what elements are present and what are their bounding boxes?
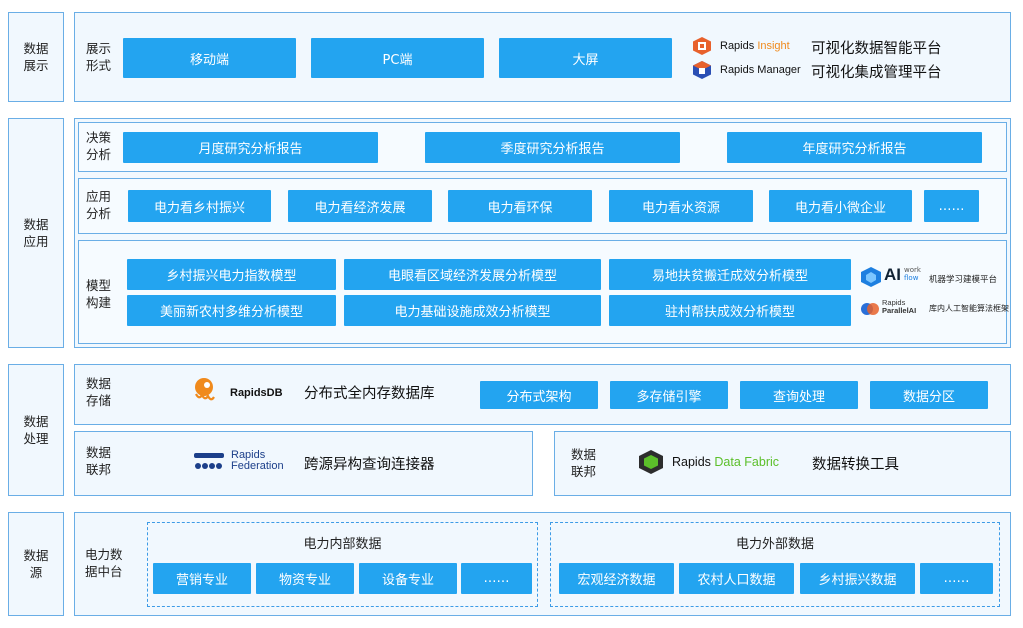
aiflow-work: work xyxy=(904,266,921,274)
layer-application: 数据 应用 xyxy=(8,118,64,348)
aiflow-logo-text: AI xyxy=(884,265,901,285)
external-rural-button[interactable]: 乡村振兴数据 xyxy=(800,563,915,594)
layer-application-label: 数据 应用 xyxy=(23,217,49,249)
model-new-village-button[interactable]: 美丽新农村多维分析模型 xyxy=(127,295,336,326)
storage-partition-button[interactable]: 数据分区 xyxy=(870,381,988,409)
internal-materials-button[interactable]: 物资专业 xyxy=(256,563,354,594)
analysis-more-button[interactable]: …… xyxy=(924,190,979,222)
rapids-manager-name: 可视化集成管理平台 xyxy=(811,65,942,81)
federation-logo-icon xyxy=(193,451,225,473)
analysis-row-label: 应用 分析 xyxy=(86,189,112,221)
mobile-button[interactable]: 移动端 xyxy=(123,38,296,78)
model-row-label: 模型 构建 xyxy=(86,278,112,310)
analysis-environment-button[interactable]: 电力看环保 xyxy=(448,190,592,222)
data-fabric-accent: Data Fabric xyxy=(714,455,780,469)
layer-source: 数据 源 xyxy=(8,512,64,616)
fabric-row-label: 数据 联邦 xyxy=(571,447,597,479)
model-region-economy-button[interactable]: 电眼看区域经济发展分析模型 xyxy=(344,259,601,290)
parallelai-caption: 库内人工智能算法框架 xyxy=(929,304,1009,313)
rapidsdb-name: 分布式全内存数据库 xyxy=(304,386,435,402)
storage-distributed-button[interactable]: 分布式架构 xyxy=(480,381,598,409)
monthly-report-button[interactable]: 月度研究分析报告 xyxy=(123,132,378,163)
model-row xyxy=(78,240,1007,344)
rapids-insight-logo-text: Rapids Insight xyxy=(720,40,790,52)
model-infrastructure-button[interactable]: 电力基础设施成效分析模型 xyxy=(344,295,601,326)
parallelai-line2: ParallelAI xyxy=(882,306,917,315)
layer-processing-label: 数据 处理 xyxy=(23,414,49,446)
storage-row-label: 数据 存储 xyxy=(86,376,112,408)
pc-button[interactable]: PC端 xyxy=(311,38,484,78)
analysis-water-button[interactable]: 电力看水资源 xyxy=(609,190,753,222)
data-fabric-logo-icon xyxy=(638,449,664,475)
storage-query-button[interactable]: 查询处理 xyxy=(740,381,858,409)
internal-equipment-button[interactable]: 设备专业 xyxy=(359,563,457,594)
layer-display-label: 数据 展示 xyxy=(23,41,49,73)
federation-name: 跨源异构查询连接器 xyxy=(304,457,435,473)
bigscreen-button[interactable]: 大屏 xyxy=(499,38,672,78)
source-row-label: 电力数 据中台 xyxy=(85,547,123,579)
analysis-smallbiz-button[interactable]: 电力看小微企业 xyxy=(769,190,912,222)
rapids-insight-logo-icon xyxy=(692,36,712,56)
rapidsdb-logo-text: RapidsDB xyxy=(230,387,283,399)
external-data-title: 电力外部数据 xyxy=(735,537,814,552)
rapids-insight-accent: Insight xyxy=(757,40,790,52)
aiflow-logo-icon xyxy=(860,266,882,288)
analysis-economy-button[interactable]: 电力看经济发展 xyxy=(288,190,432,222)
rapids-insight-name: 可视化数据智能平台 xyxy=(811,41,942,57)
data-fabric-prefix: Rapids xyxy=(672,455,711,469)
layer-processing: 数据 处理 xyxy=(8,364,64,496)
annual-report-button[interactable]: 年度研究分析报告 xyxy=(727,132,982,163)
display-row-label: 展示 形式 xyxy=(86,41,112,73)
quarterly-report-button[interactable]: 季度研究分析报告 xyxy=(425,132,680,163)
data-fabric-name: 数据转换工具 xyxy=(812,457,899,473)
model-rural-index-button[interactable]: 乡村振兴电力指数模型 xyxy=(127,259,336,290)
federation-logo-line2: Federation xyxy=(231,460,284,472)
layer-display: 数据 展示 xyxy=(8,12,64,102)
data-fabric-logo-text: Rapids Data Fabric xyxy=(672,455,779,469)
rapids-manager-logo-text: Rapids Manager xyxy=(720,64,801,76)
aiflow-logo-ai: AI xyxy=(884,265,901,284)
layer-source-label: 数据 源 xyxy=(23,548,49,580)
fabric-row xyxy=(554,431,1011,496)
internal-data-title: 电力内部数据 xyxy=(303,537,382,552)
aiflow-flow: flow xyxy=(904,274,919,282)
storage-multi-engine-button[interactable]: 多存储引擎 xyxy=(610,381,728,409)
parallelai-logo-icon xyxy=(860,299,880,319)
federation-logo-text: Rapids Federation xyxy=(231,450,284,472)
model-village-aid-button[interactable]: 驻村帮扶成效分析模型 xyxy=(609,295,851,326)
model-relocation-button[interactable]: 易地扶贫搬迁成效分析模型 xyxy=(609,259,851,290)
external-more-button[interactable]: …… xyxy=(920,563,993,594)
internal-more-button[interactable]: …… xyxy=(461,563,532,594)
analysis-rural-button[interactable]: 电力看乡村振兴 xyxy=(128,190,271,222)
internal-marketing-button[interactable]: 营销专业 xyxy=(153,563,251,594)
decision-row-label: 决策 分析 xyxy=(86,130,112,162)
external-population-button[interactable]: 农村人口数据 xyxy=(679,563,794,594)
rapids-manager-logo-icon xyxy=(692,60,712,80)
rapidsdb-logo-icon xyxy=(192,376,220,404)
aiflow-logo-sub: work flow xyxy=(904,266,921,282)
federation-row-label: 数据 联邦 xyxy=(86,445,112,477)
aiflow-caption: 机器学习建模平台 xyxy=(929,275,998,285)
rapids-insight-prefix: Rapids xyxy=(720,40,755,52)
external-macro-button[interactable]: 宏观经济数据 xyxy=(559,563,674,594)
parallelai-logo-text: Rapids ParallelAI xyxy=(882,299,916,315)
